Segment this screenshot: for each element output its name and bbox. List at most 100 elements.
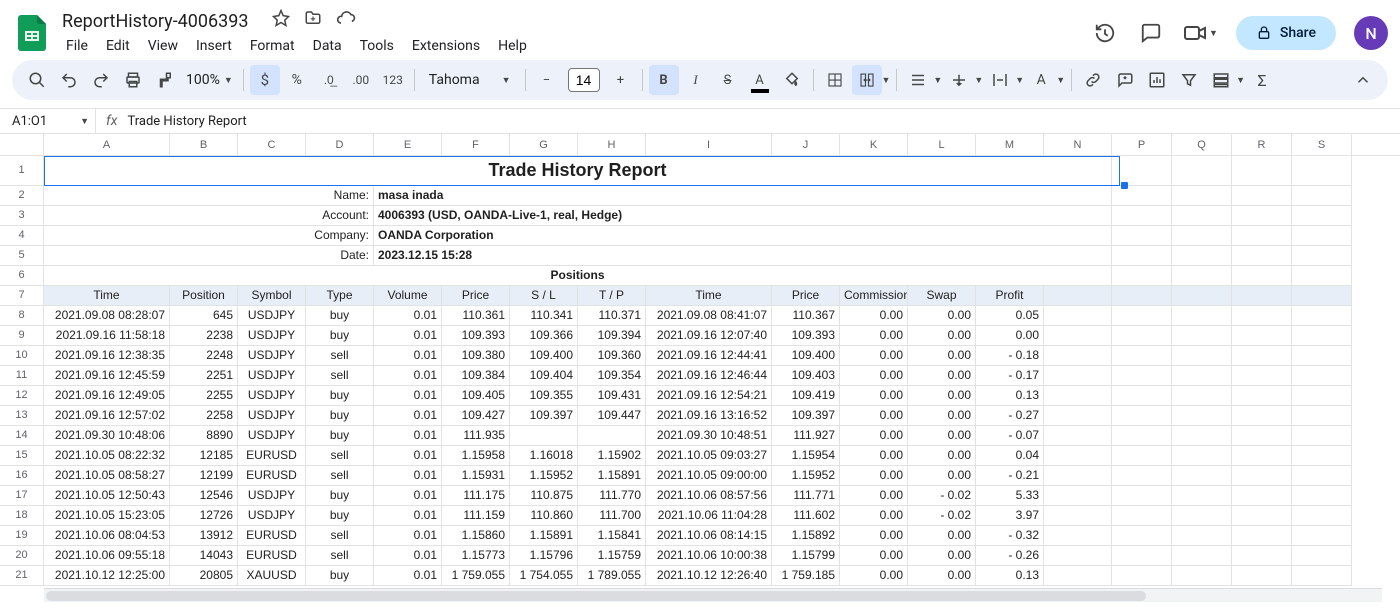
halign-button[interactable] — [903, 65, 933, 95]
strikethrough-button[interactable]: S — [713, 65, 743, 95]
cell[interactable]: Price — [772, 286, 840, 306]
cell[interactable]: 2255 — [170, 386, 238, 406]
cell[interactable]: 111.771 — [772, 486, 840, 506]
cell[interactable]: 2021.10.05 08:22:32 — [44, 446, 170, 466]
cell[interactable]: 0.00 — [840, 326, 908, 346]
row-header[interactable]: 11 — [0, 366, 44, 386]
cell[interactable]: 111.935 — [442, 426, 510, 446]
cell[interactable]: 110.361 — [442, 306, 510, 326]
cell[interactable] — [1112, 466, 1172, 486]
cell[interactable] — [1112, 446, 1172, 466]
cell[interactable]: 0.00 — [840, 466, 908, 486]
cell[interactable] — [1172, 266, 1232, 286]
menu-help[interactable]: Help — [490, 34, 535, 58]
cell[interactable] — [1172, 156, 1232, 186]
cell[interactable]: 1.15902 — [578, 446, 646, 466]
cell[interactable]: 109.393 — [442, 326, 510, 346]
cell[interactable]: 1.15773 — [442, 546, 510, 566]
cell[interactable]: 1.15952 — [510, 466, 578, 486]
row-header[interactable]: 13 — [0, 406, 44, 426]
col-header[interactable]: K — [840, 134, 908, 155]
select-all-corner[interactable] — [0, 134, 44, 155]
cell[interactable]: 0.01 — [374, 566, 442, 586]
col-header[interactable]: S — [1292, 134, 1352, 155]
cell[interactable] — [1112, 266, 1172, 286]
cell[interactable]: 0.00 — [908, 466, 976, 486]
cell[interactable] — [1044, 306, 1112, 326]
cell[interactable]: 1 759.185 — [772, 566, 840, 586]
account-avatar[interactable]: N — [1354, 16, 1388, 50]
cell[interactable]: 2021.10.05 09:00:00 — [646, 466, 772, 486]
cell[interactable]: 2021.09.30 10:48:06 — [44, 426, 170, 446]
cell[interactable]: 2021.09.16 12:44:41 — [646, 346, 772, 366]
cell[interactable]: 109.400 — [772, 346, 840, 366]
cell[interactable]: - 0.32 — [976, 526, 1044, 546]
cell[interactable]: - 0.02 — [908, 486, 976, 506]
cell[interactable]: sell — [306, 466, 374, 486]
cell[interactable]: 2021.10.05 08:58:27 — [44, 466, 170, 486]
cell[interactable]: 2021.10.05 15:23:05 — [44, 506, 170, 526]
wrap-button[interactable] — [985, 65, 1015, 95]
menu-format[interactable]: Format — [242, 34, 303, 58]
cell[interactable]: 109.419 — [772, 386, 840, 406]
decrease-font-button[interactable]: − — [532, 65, 562, 95]
borders-button[interactable] — [820, 65, 850, 95]
cell[interactable]: 0.01 — [374, 506, 442, 526]
cell[interactable] — [1112, 326, 1172, 346]
row-header[interactable]: 9 — [0, 326, 44, 346]
cell[interactable]: - 0.18 — [976, 346, 1044, 366]
cell[interactable]: 2021.09.16 12:54:21 — [646, 386, 772, 406]
cell[interactable] — [1292, 406, 1352, 426]
cell[interactable] — [1172, 406, 1232, 426]
cell[interactable]: 111.700 — [578, 506, 646, 526]
cell[interactable] — [1044, 366, 1112, 386]
cell[interactable]: 0.00 — [840, 446, 908, 466]
cell[interactable] — [1232, 486, 1292, 506]
cell[interactable] — [1172, 286, 1232, 306]
cell[interactable] — [1044, 406, 1112, 426]
cell[interactable]: 0.00 — [908, 306, 976, 326]
cell[interactable] — [1292, 206, 1352, 226]
cell[interactable] — [1172, 486, 1232, 506]
col-header[interactable]: C — [238, 134, 306, 155]
cell[interactable]: Price — [442, 286, 510, 306]
cell[interactable] — [1292, 346, 1352, 366]
row-header[interactable]: 6 — [0, 266, 44, 286]
sheets-logo[interactable] — [12, 13, 52, 53]
search-icon[interactable] — [22, 65, 52, 95]
row-header[interactable]: 10 — [0, 346, 44, 366]
cell[interactable] — [1292, 486, 1352, 506]
cell[interactable] — [1232, 286, 1292, 306]
cell[interactable]: 109.355 — [510, 386, 578, 406]
cell[interactable]: 0.04 — [976, 446, 1044, 466]
cell[interactable]: Volume — [374, 286, 442, 306]
cell[interactable] — [1292, 246, 1352, 266]
cell[interactable] — [1172, 526, 1232, 546]
cell[interactable]: 110.367 — [772, 306, 840, 326]
document-title[interactable]: ReportHistory-4006393 — [56, 9, 255, 34]
cell[interactable]: 2021.10.06 08:14:15 — [646, 526, 772, 546]
cell[interactable] — [1292, 466, 1352, 486]
row-header[interactable]: 18 — [0, 506, 44, 526]
cell[interactable]: 0.00 — [840, 346, 908, 366]
collapse-toolbar-icon[interactable] — [1348, 65, 1378, 95]
cell[interactable]: 111.770 — [578, 486, 646, 506]
cell[interactable]: 2021.09.16 12:07:40 — [646, 326, 772, 346]
cell[interactable]: 0.01 — [374, 486, 442, 506]
cell[interactable]: 109.447 — [578, 406, 646, 426]
cell[interactable] — [1292, 286, 1352, 306]
cell[interactable] — [1172, 426, 1232, 446]
cell[interactable]: buy — [306, 566, 374, 586]
cell[interactable]: 111.602 — [772, 506, 840, 526]
cell[interactable]: 12199 — [170, 466, 238, 486]
cell[interactable]: 2021.10.05 12:50:43 — [44, 486, 170, 506]
col-header[interactable]: E — [374, 134, 442, 155]
cell[interactable] — [1292, 566, 1352, 586]
cell[interactable]: 1.15952 — [772, 466, 840, 486]
cell[interactable]: Symbol — [238, 286, 306, 306]
row-header[interactable]: 21 — [0, 566, 44, 586]
cell[interactable]: 0.00 — [840, 306, 908, 326]
cell[interactable]: USDJPY — [238, 386, 306, 406]
cell[interactable] — [1232, 246, 1292, 266]
cell[interactable] — [1232, 206, 1292, 226]
